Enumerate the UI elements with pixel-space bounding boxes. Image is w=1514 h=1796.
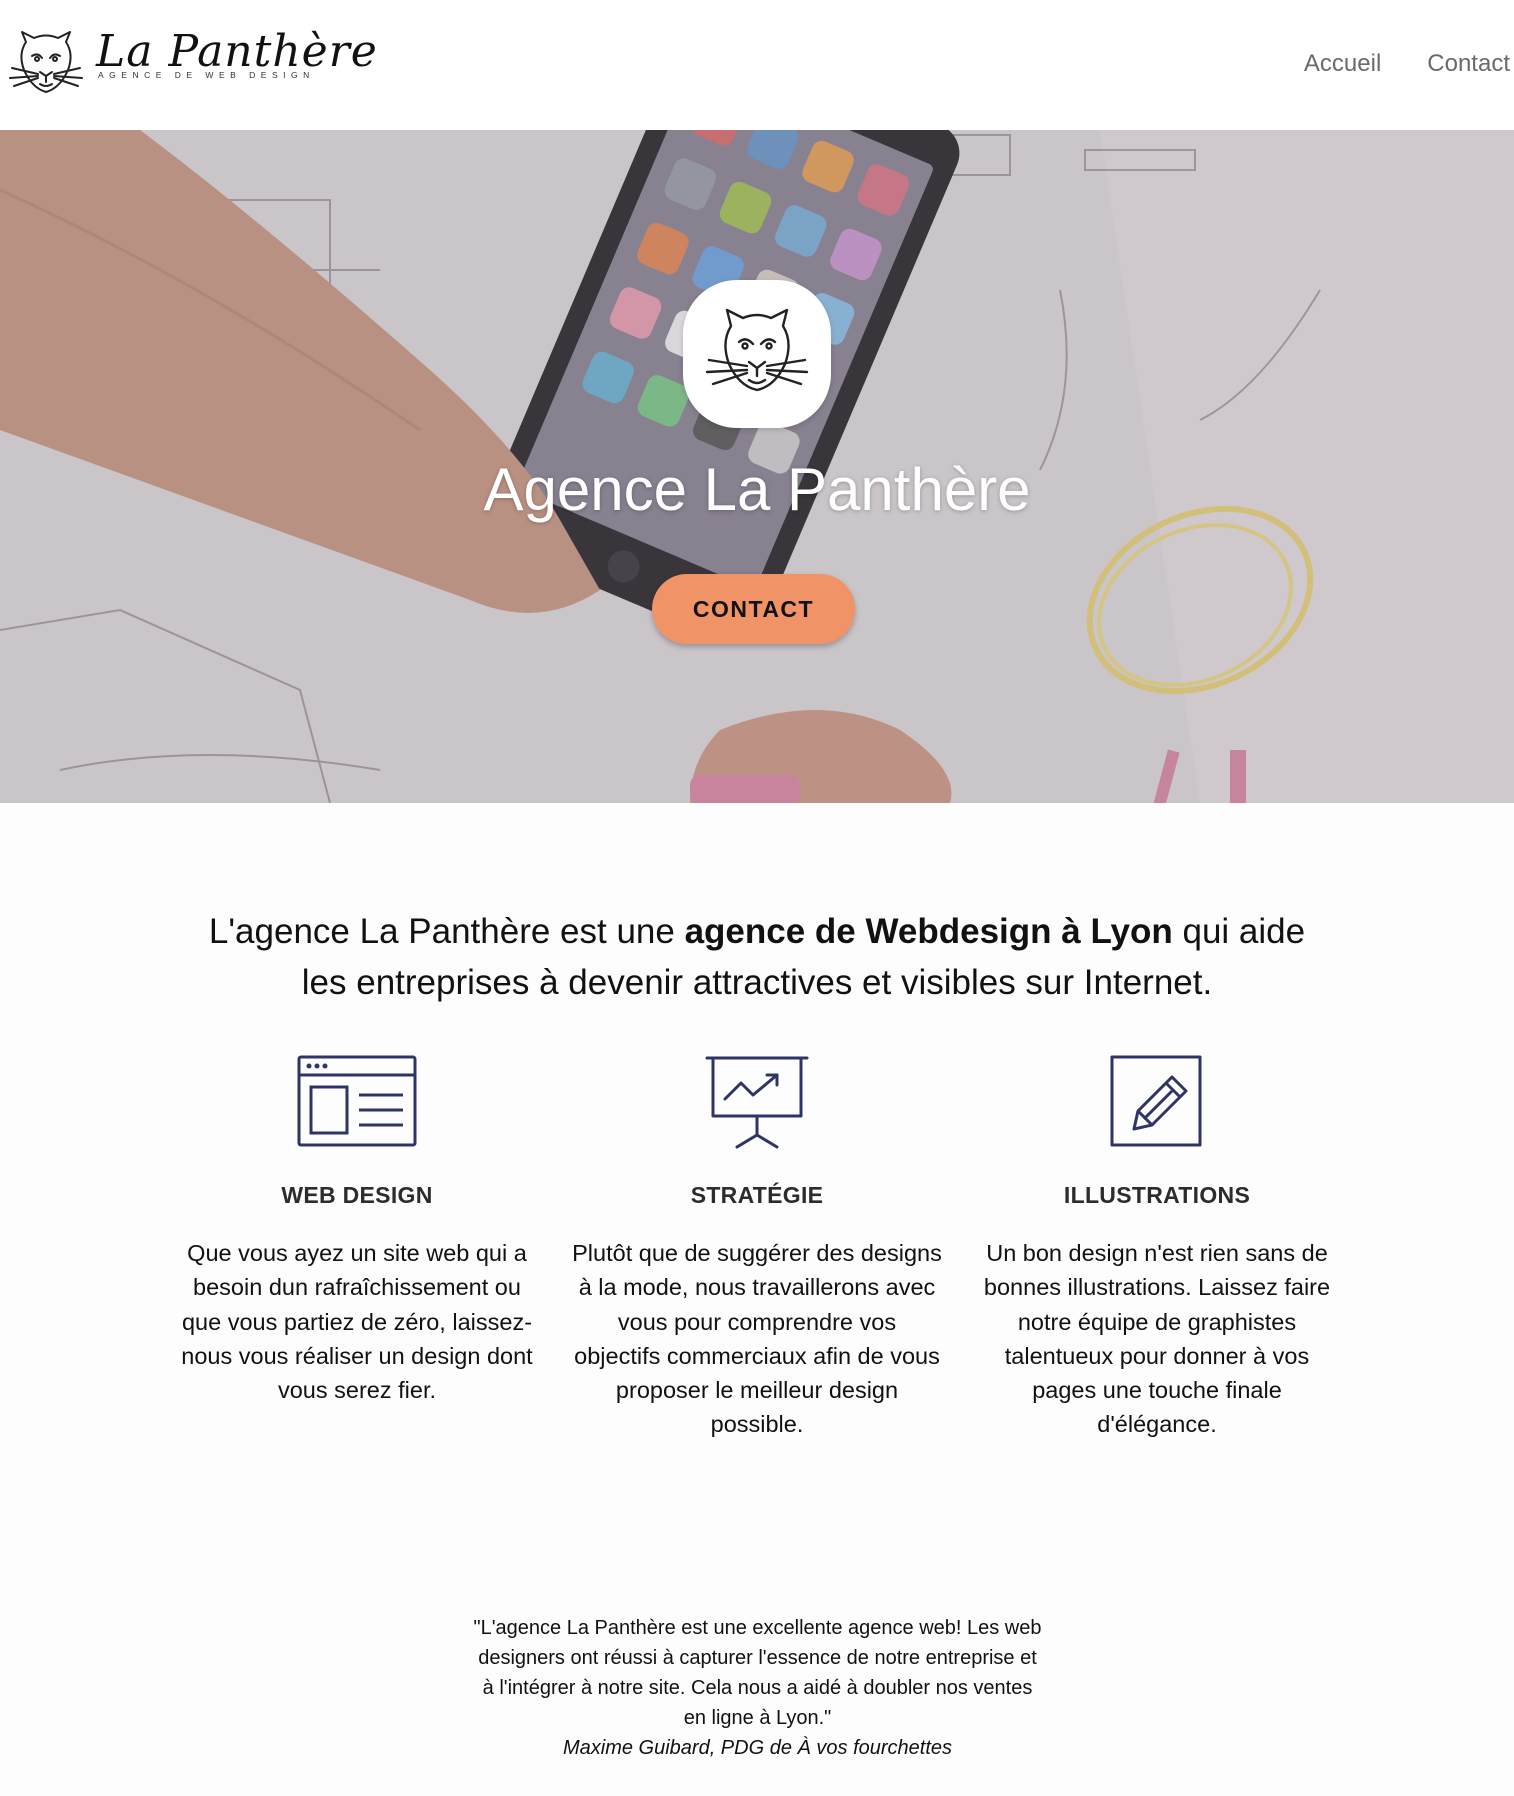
site-header: La Panthère AGENCE DE WEB DESIGN Accueil… — [0, 0, 1514, 130]
hero-title: Agence La Panthère — [483, 456, 1031, 523]
feature-web-design: WEB DESIGN Que vous ayez un site web qui… — [172, 1055, 542, 1403]
feature-title: ILLUSTRATIONS — [1063, 1182, 1251, 1208]
testimonial: "L'agence La Panthère est une excellente… — [470, 1613, 1045, 1763]
brand-logo[interactable]: La Panthère AGENCE DE WEB DESIGN — [8, 28, 378, 98]
hero-logo-badge — [683, 280, 831, 428]
feature-text: Que vous ayez un site web qui a besoin d… — [181, 1240, 533, 1404]
browser-layout-icon — [297, 1055, 417, 1147]
testimonial-author: Maxime Guibard, PDG de À vos fourchettes — [562, 1737, 953, 1759]
intro-emphasis: agence de Webdesign à Lyon — [684, 912, 1173, 951]
nav-link-accueil[interactable]: Accueil — [1304, 50, 1381, 78]
main-nav: Accueil Contact — [1258, 50, 1510, 78]
feature-illustrations: ILLUSTRATIONS Un bon design n'est rien s… — [972, 1055, 1342, 1437]
brand-wordmark: La Panthère AGENCE DE WEB DESIGN — [96, 26, 378, 81]
intro-text: L'agence La Panthère est une agence de W… — [200, 906, 1314, 1008]
panther-head-icon — [705, 308, 809, 392]
testimonial-quote: "L'agence La Panthère est une excellente… — [473, 1617, 1042, 1729]
pencil-square-icon — [1110, 1055, 1202, 1147]
contact-button[interactable]: CONTACT — [652, 574, 855, 644]
feature-strategie: STRATÉGIE Plutôt que de suggérer des des… — [572, 1055, 942, 1437]
hero-section: Agence La Panthère CONTACT — [0, 130, 1514, 803]
feature-text: Plutôt que de suggérer des designs à la … — [572, 1240, 942, 1438]
feature-text: Un bon design n'est rien sans de bonnes … — [983, 1240, 1331, 1438]
brand-tagline: AGENCE DE WEB DESIGN — [98, 70, 315, 80]
intro-part1: L'agence La Panthère est une — [208, 912, 685, 951]
feature-title: WEB DESIGN — [281, 1182, 433, 1208]
brand-name: La Panthère — [96, 26, 378, 77]
panther-head-icon — [9, 31, 83, 93]
presentation-chart-icon — [705, 1056, 809, 1149]
nav-link-contact[interactable]: Contact — [1427, 50, 1510, 78]
feature-title: STRATÉGIE — [690, 1182, 824, 1208]
